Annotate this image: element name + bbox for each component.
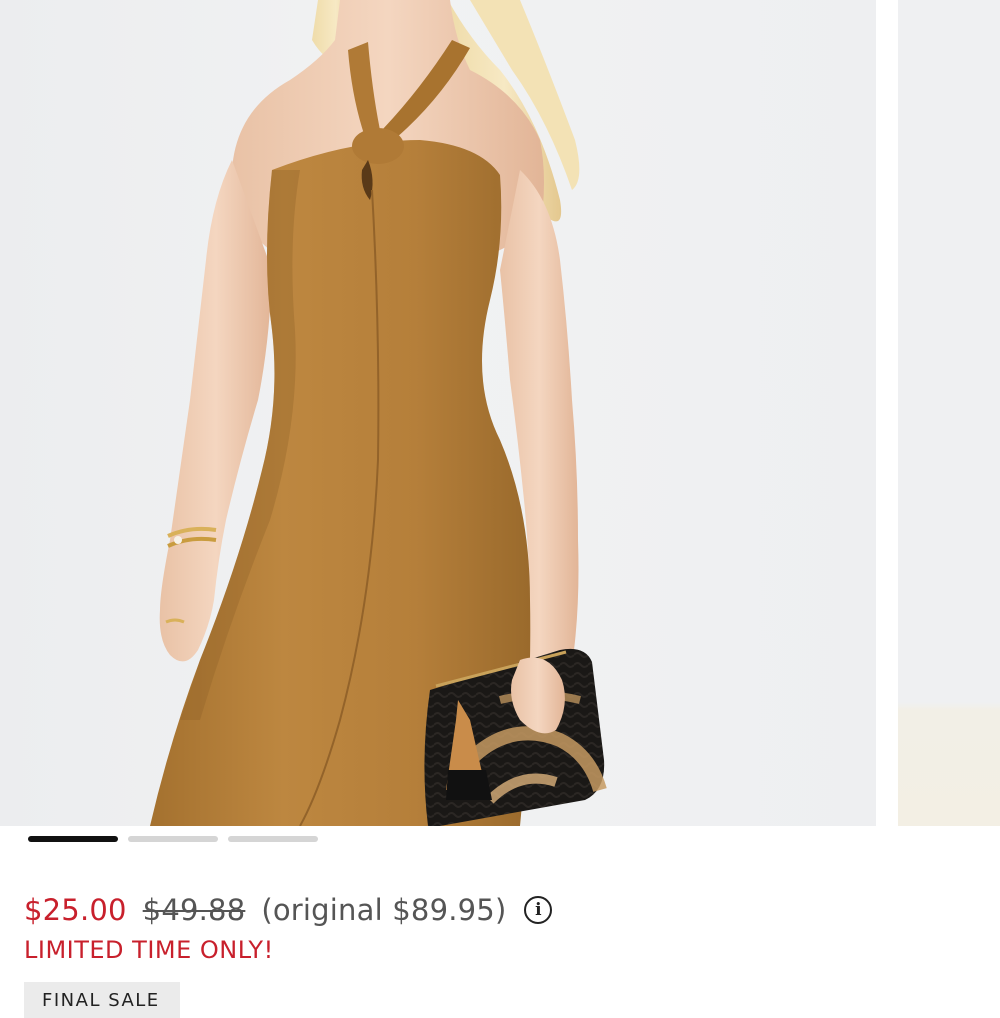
sale-price: $25.00 (24, 893, 127, 927)
was-price: $49.88 (142, 893, 246, 927)
price-row: $25.00 $49.88 (original $89.95) i (24, 890, 553, 930)
carousel-pagination (28, 836, 318, 844)
promo-text: LIMITED TIME ONLY! (24, 936, 274, 964)
product-image-carousel[interactable] (0, 0, 1000, 826)
model-photo (150, 0, 607, 826)
carousel-dot-1[interactable] (28, 836, 118, 842)
product-image[interactable] (0, 0, 876, 826)
original-price: (original $89.95) (261, 893, 507, 927)
final-sale-badge: FINAL SALE (24, 982, 180, 1018)
carousel-dot-3[interactable] (228, 836, 318, 842)
carousel-dot-2[interactable] (128, 836, 218, 842)
info-icon[interactable]: i (524, 896, 553, 924)
next-product-image[interactable] (898, 0, 1000, 826)
